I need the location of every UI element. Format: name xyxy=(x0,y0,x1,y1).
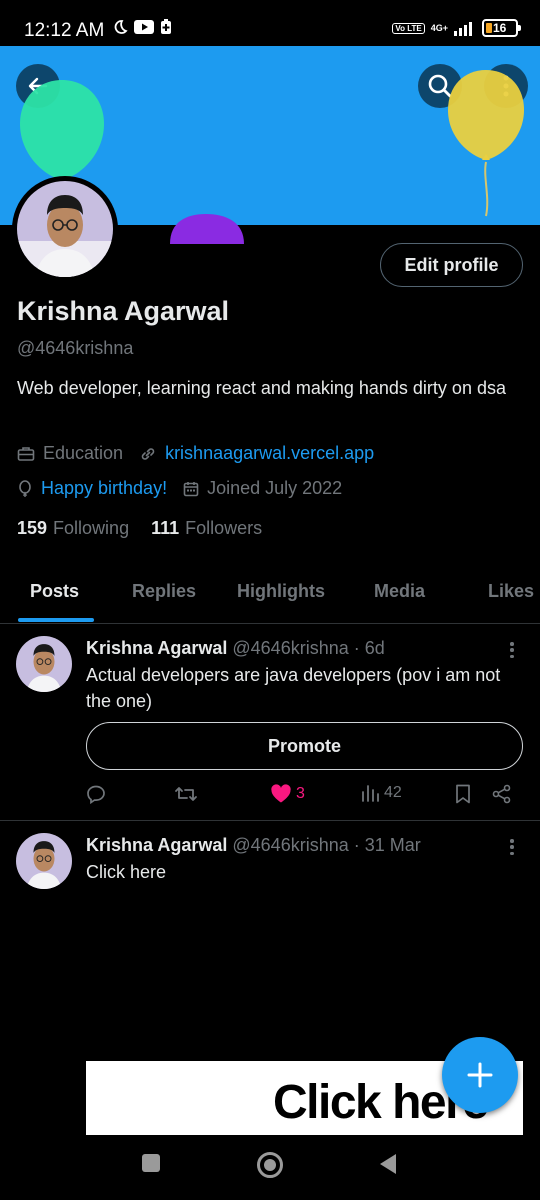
battery-icon: 16 xyxy=(482,19,521,37)
share-icon xyxy=(492,784,511,804)
profile-name: Krishna Agarwal xyxy=(17,296,230,326)
bookmark-icon xyxy=(456,784,470,804)
post-avatar[interactable] xyxy=(16,636,72,692)
edit-profile-button[interactable]: Edit profile xyxy=(380,243,523,287)
like-count: 3 xyxy=(296,785,305,802)
bookmark-button[interactable] xyxy=(455,784,471,804)
website-link[interactable]: krishnaagarwal.vercel.app xyxy=(165,443,374,464)
views-icon xyxy=(362,785,379,802)
system-navigation-bar xyxy=(0,1135,540,1200)
post-more-icon[interactable] xyxy=(504,837,520,857)
profile-handle: @4646krishna xyxy=(17,338,134,358)
like-button[interactable]: 3 xyxy=(270,784,305,804)
profile-avatar[interactable] xyxy=(12,176,118,282)
post-author-meta: @4646krishna · 6d xyxy=(232,638,385,658)
home-button[interactable] xyxy=(256,1151,284,1179)
retweet-button[interactable] xyxy=(174,784,198,804)
back-button[interactable] xyxy=(16,64,60,108)
following-count: 159 xyxy=(17,518,48,538)
view-count: 42 xyxy=(384,784,402,801)
post-divider xyxy=(0,820,540,821)
volte-indicator: Vo LTE xyxy=(392,22,425,34)
more-options-button[interactable] xyxy=(484,64,528,108)
reply-button[interactable] xyxy=(86,784,106,804)
recents-button[interactable] xyxy=(141,1153,161,1173)
signal-icon xyxy=(454,22,472,36)
tab-replies[interactable]: Replies xyxy=(132,581,196,602)
battery-saver-icon xyxy=(161,19,171,34)
profile-meta-row-1: Education krishnaagarwal.vercel.app xyxy=(17,443,390,464)
followers-label: Followers xyxy=(185,518,263,538)
profile-website[interactable]: krishnaagarwal.vercel.app xyxy=(139,443,374,464)
battery-level: 16 xyxy=(493,21,507,35)
heart-icon xyxy=(271,784,291,803)
calendar-icon xyxy=(183,481,199,496)
more-vertical-icon xyxy=(503,75,509,97)
status-system-icons: Vo LTE 4G+ 16 xyxy=(392,19,521,37)
youtube-icon xyxy=(134,20,154,34)
home-circle-icon xyxy=(257,1152,283,1178)
search-button[interactable] xyxy=(418,64,462,108)
post-header: Krishna Agarwal @4646krishna · 6d xyxy=(86,638,385,659)
status-notification-icons xyxy=(112,19,172,35)
followers-count: 111 xyxy=(151,518,180,538)
birthday-label: Happy birthday! xyxy=(41,478,168,498)
briefcase-icon xyxy=(17,446,35,461)
profile-bio: Web developer, learning react and making… xyxy=(17,378,506,398)
avatar-photo xyxy=(16,833,72,889)
post-author-meta: @4646krishna · 31 Mar xyxy=(232,835,421,855)
follow-stats: 159 Following 111 Followers xyxy=(17,518,262,539)
link-icon xyxy=(141,447,155,460)
network-type: 4G+ xyxy=(430,22,448,33)
post-actions: 3 42 xyxy=(86,784,526,808)
post-text: Actual developers are java developers (p… xyxy=(86,665,501,711)
active-tab-indicator xyxy=(18,618,94,622)
tab-posts[interactable]: Posts xyxy=(30,581,79,602)
joined-label: Joined July 2022 xyxy=(207,478,343,498)
following-label: Following xyxy=(53,518,130,538)
reply-icon xyxy=(87,785,105,804)
tab-likes[interactable]: Likes xyxy=(488,581,534,602)
tab-highlights[interactable]: Highlights xyxy=(237,581,325,602)
tab-media[interactable]: Media xyxy=(374,581,425,602)
profile-tabs: Posts Replies Highlights Media Likes xyxy=(0,568,540,624)
post-more-icon[interactable] xyxy=(504,640,520,660)
followers-link[interactable]: 111 Followers xyxy=(151,518,262,539)
following-link[interactable]: 159 Following xyxy=(17,518,129,539)
status-bar: 12:12 AM Vo LTE 4G+ 16 xyxy=(0,0,540,46)
post-text: Click here xyxy=(86,862,167,882)
post-author-name[interactable]: Krishna Agarwal xyxy=(86,638,227,658)
post-header: Krishna Agarwal @4646krishna · 31 Mar xyxy=(86,835,421,856)
profile-joined: Joined July 2022 xyxy=(183,478,342,499)
search-icon xyxy=(428,74,452,98)
post-author-name[interactable]: Krishna Agarwal xyxy=(86,835,227,855)
square-icon xyxy=(142,1154,160,1172)
category-label: Education xyxy=(43,443,124,463)
profile-birthday: Happy birthday! xyxy=(17,478,167,499)
avatar-photo xyxy=(17,181,113,277)
avatar-photo xyxy=(16,636,72,692)
profile-category: Education xyxy=(17,443,123,464)
promote-button[interactable]: Promote xyxy=(86,722,523,770)
balloon-icon xyxy=(19,479,31,497)
profile-meta-row-2: Happy birthday! Joined July 2022 xyxy=(17,478,358,499)
back-nav-button[interactable] xyxy=(378,1153,398,1175)
views-button[interactable]: 42 xyxy=(360,784,402,802)
status-time: 12:12 AM xyxy=(24,20,105,41)
back-arrow-icon xyxy=(28,77,48,95)
compose-button[interactable] xyxy=(442,1037,518,1113)
retweet-icon xyxy=(175,787,197,801)
plus-icon xyxy=(467,1062,493,1088)
share-button[interactable] xyxy=(492,784,512,804)
triangle-back-icon xyxy=(380,1154,396,1174)
post-avatar[interactable] xyxy=(16,833,72,889)
moon-icon xyxy=(114,20,128,34)
